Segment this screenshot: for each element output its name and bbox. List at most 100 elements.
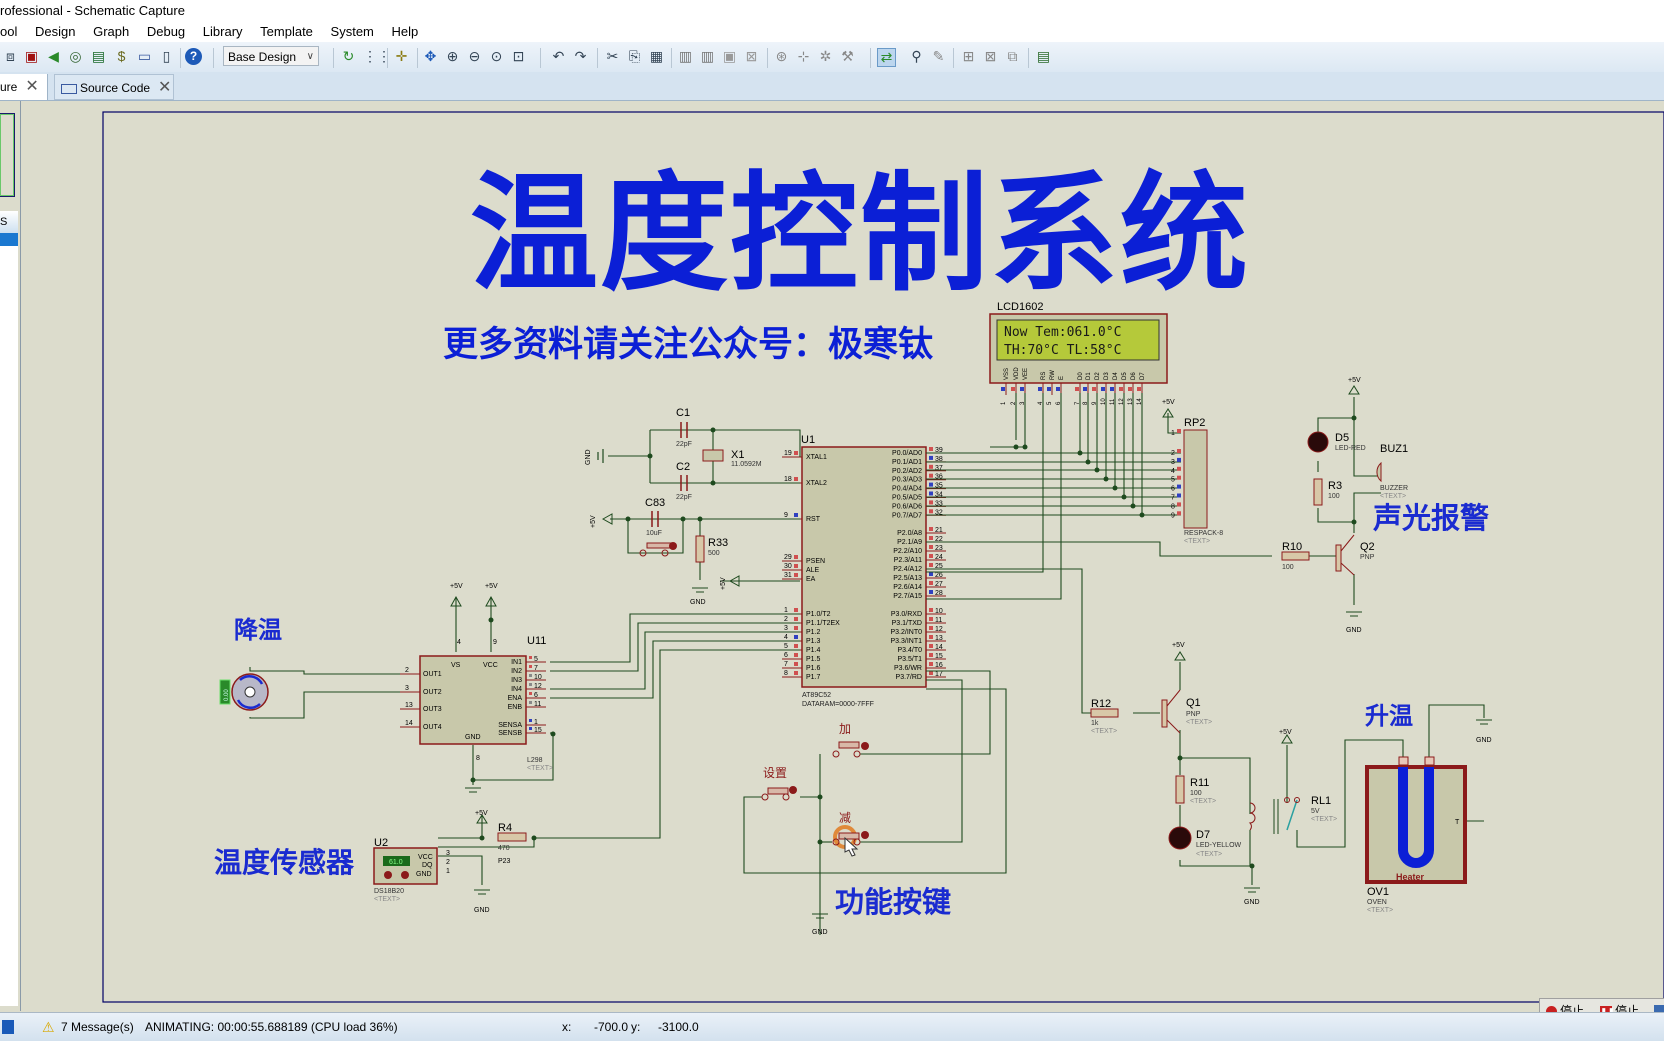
messages-count[interactable]: 7 Message(s) [61, 1013, 134, 1041]
reset-button[interactable] [646, 542, 672, 549]
pin-number: 29 [784, 554, 792, 561]
menu-library[interactable]: Library [196, 22, 250, 42]
respack-rp2[interactable]: RP2 RESPACK-8 <TEXT> +5V 1 2 3 4 5 6 78 9 [1162, 399, 1223, 545]
pin-state-icon [929, 455, 933, 460]
zoom-out-icon[interactable]: ⊖ [466, 48, 483, 65]
report-icon[interactable]: ▤ [1035, 48, 1052, 65]
make-device-icon[interactable]: ⊹ [795, 48, 812, 65]
refresh-icon[interactable]: ↻ [340, 48, 357, 65]
pin-name: IN2 [511, 668, 522, 675]
pin-name: P2.1/A9 [897, 539, 922, 546]
menu-debug[interactable]: Debug [140, 22, 192, 42]
key-down-button[interactable] [838, 832, 860, 840]
menu-system[interactable]: System [324, 22, 381, 42]
coord-x-label: x: [562, 1020, 572, 1034]
grid-icon[interactable]: ⋮⋮ [363, 48, 391, 65]
bom-icon[interactable]: ▤ [90, 48, 107, 65]
search-icon[interactable]: ⚲ [908, 48, 925, 65]
component-icon[interactable]: ⧈ [2, 48, 19, 65]
pin-name: P3.0/RXD [891, 611, 922, 618]
decompose-icon[interactable]: ⚒ [839, 48, 856, 65]
cost-icon[interactable]: $ [113, 48, 130, 65]
menu-template[interactable]: Template [253, 22, 320, 42]
probe-icon[interactable]: ◎ [67, 48, 84, 65]
ov1-part: OVEN [1367, 899, 1387, 906]
block-delete-icon[interactable]: ⊠ [743, 48, 760, 65]
menu-tool[interactable]: ool [0, 22, 24, 42]
device-list-selected[interactable] [0, 233, 18, 246]
pin-state-icon [1128, 387, 1132, 391]
key-up-button[interactable] [838, 741, 860, 749]
r11-ref: R11 [1190, 777, 1209, 789]
close-icon[interactable]: ✕ [25, 78, 38, 95]
pin-state-icon [794, 671, 798, 675]
schematic-svg[interactable]: 温度控制系统 更多资料请关注公众号：极寒钛 降温 温度传感器 功能按键 声光报警… [22, 101, 1664, 1011]
lcd-pin-name: D0 [1078, 372, 1084, 380]
netlist-icon[interactable]: ▭ [136, 48, 153, 65]
l298-u11[interactable]: U11 L298 <TEXT> VS VCC 4 9 GND 8 2 OUT1 3 O… [400, 583, 553, 793]
tab-source-code[interactable]: Source Code ✕ [54, 74, 174, 100]
zoom-in-icon[interactable]: ⊕ [444, 48, 461, 65]
menu-design[interactable]: Design [28, 22, 82, 42]
document-tabs: ure ✕ Source Code ✕ [0, 72, 1664, 101]
wire-autoroute-icon[interactable]: ⇄ [877, 48, 896, 67]
origin-icon[interactable]: ✛ [393, 48, 410, 65]
simulate-icon[interactable]: ◀ [45, 48, 62, 65]
pan-icon[interactable]: ✥ [422, 48, 439, 65]
undo-icon[interactable]: ↶ [550, 48, 567, 65]
key-down-label: 减 [839, 811, 851, 825]
vcc-label: +5V [1162, 399, 1175, 406]
property-tool-icon[interactable]: ✎ [930, 48, 947, 65]
ds18b20-u2[interactable]: U2 61.0 VCC DQ GND 3 2 1 DS18B20 <TEXT> … [373, 810, 527, 914]
lcd1602[interactable]: LCD1602 Now Tem:061.0°C TH:70°C TL:58°C … [989, 301, 1168, 405]
x1-ref: X1 [731, 449, 744, 461]
new-sheet-icon[interactable]: ⊞ [960, 48, 977, 65]
paste-icon[interactable]: ▦ [648, 48, 665, 65]
sheet-nav-icon[interactable]: ⧉ [1004, 48, 1021, 65]
chip-icon[interactable]: ▣ [23, 48, 40, 65]
key-set-button[interactable] [767, 787, 789, 795]
rp2-text: <TEXT> [1184, 538, 1210, 545]
packaging-icon[interactable]: ✲ [817, 48, 834, 65]
label-alarm: 声光报警 [1373, 502, 1489, 535]
pin-name: P0.2/AD2 [892, 468, 922, 475]
cut-icon[interactable]: ✂ [604, 48, 621, 65]
menu-graph[interactable]: Graph [86, 22, 136, 42]
source-code-icon [61, 83, 77, 94]
pin-name: P0.1/AD1 [892, 459, 922, 466]
block-move-icon[interactable]: ▥ [699, 48, 716, 65]
lcd-pin-name: D1 [1086, 372, 1092, 380]
document-icon[interactable]: ▯ [158, 48, 175, 65]
overview-window[interactable] [0, 113, 15, 197]
design-variant-select[interactable]: Base Design ∨ [223, 46, 319, 66]
menu-help[interactable]: Help [385, 22, 426, 42]
remove-sheet-icon[interactable]: ⊠ [982, 48, 999, 65]
help-icon[interactable]: ? [185, 48, 202, 65]
tab-schematic-capture[interactable]: ure ✕ [0, 74, 48, 100]
mcu-u1[interactable]: U1 AT89C52 DATARAM=0000-7FFF 19XTAL118XT… [782, 434, 946, 708]
zoom-area-icon[interactable]: ⊡ [510, 48, 527, 65]
r3-ref: R3 [1328, 480, 1342, 492]
pin-state-icon [1110, 387, 1114, 391]
pin-state-icon [1056, 387, 1060, 391]
buzzer-buz1 [1376, 461, 1382, 483]
dc-motor[interactable]: 0.00 [219, 673, 269, 711]
decrease-icon[interactable] [384, 871, 392, 879]
pin-name: SENSA [498, 722, 522, 729]
pin-state-icon [929, 473, 933, 478]
increase-icon[interactable] [401, 871, 409, 879]
zoom-all-icon[interactable]: ⊙ [488, 48, 505, 65]
block-copy-icon[interactable]: ▥ [677, 48, 694, 65]
copy-icon[interactable]: ⎘ [626, 48, 643, 65]
r12-text: <TEXT> [1091, 728, 1117, 735]
pin-state-icon [529, 665, 532, 668]
redo-icon[interactable]: ↷ [572, 48, 589, 65]
close-icon[interactable]: ✕ [158, 79, 171, 96]
r10 [1281, 551, 1310, 561]
device-list[interactable] [0, 246, 18, 1006]
pin-state-icon [529, 719, 532, 722]
block-rotate-icon[interactable]: ▣ [721, 48, 738, 65]
pick-icon[interactable]: ⊛ [773, 48, 790, 65]
schematic-canvas[interactable]: 温度控制系统 更多资料请关注公众号：极寒钛 降温 温度传感器 功能按键 声光报警… [22, 101, 1664, 1011]
relay-switch [1286, 799, 1298, 831]
